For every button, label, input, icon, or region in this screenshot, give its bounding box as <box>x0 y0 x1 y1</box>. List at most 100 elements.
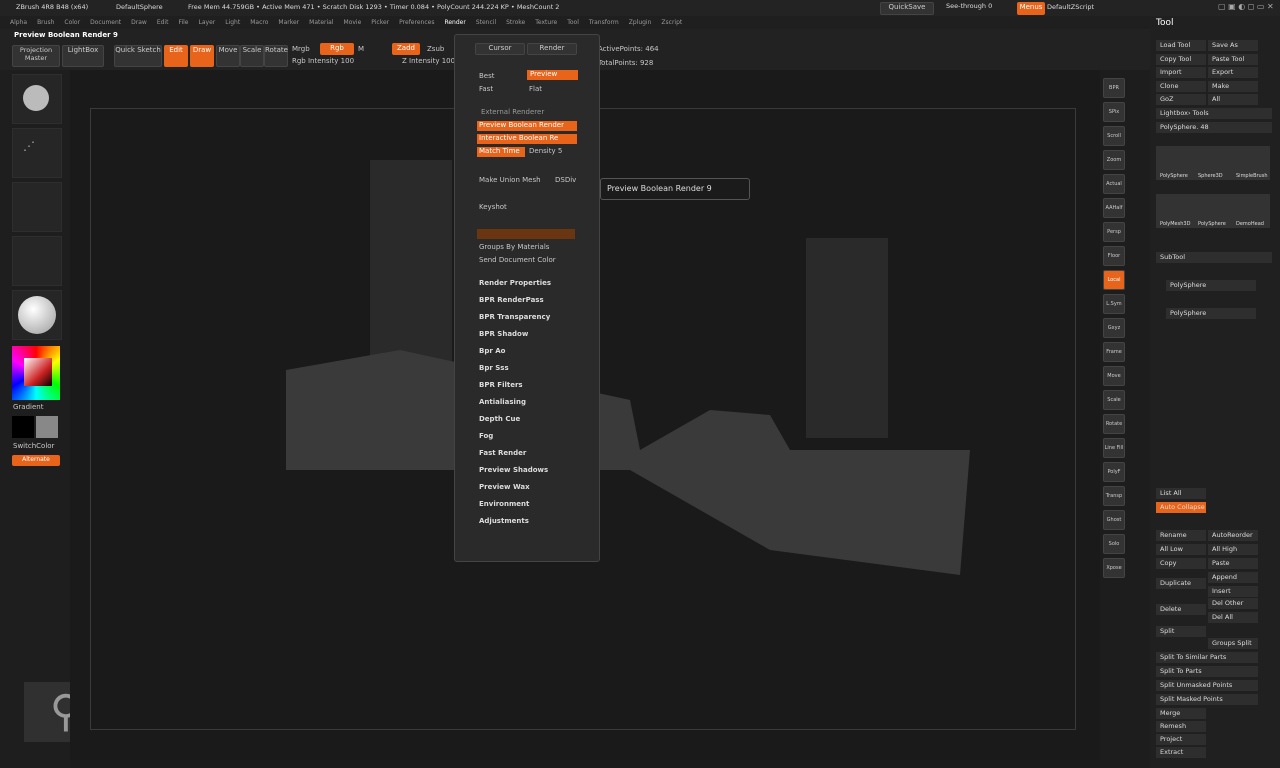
tool-allhigh[interactable]: All High <box>1208 544 1258 555</box>
shelf-local[interactable]: Local <box>1103 270 1125 290</box>
interactive-boolean-button[interactable]: Interactive Boolean Re <box>477 134 577 144</box>
rgb-intensity-slider[interactable]: Rgb Intensity 100 <box>292 57 354 65</box>
tool-delother[interactable]: Del Other <box>1208 598 1258 609</box>
menu-texture[interactable]: Texture <box>535 16 557 29</box>
material-slot[interactable] <box>12 290 62 340</box>
tool-project[interactable]: Project <box>1156 734 1206 745</box>
color-square[interactable] <box>24 358 52 386</box>
tool-subitems.1[interactable]: PolySphere <box>1166 308 1256 319</box>
shelf-actual[interactable]: Actual <box>1103 174 1125 194</box>
tool-split[interactable]: Split <box>1156 626 1206 637</box>
render-button[interactable]: Render <box>527 43 577 55</box>
tool-thumb[interactable]: SimpleBrush <box>1232 146 1270 180</box>
render-menu-item[interactable]: Render Properties <box>479 279 551 287</box>
tool-load[interactable]: Load Tool <box>1156 40 1206 51</box>
menu-macro[interactable]: Macro <box>250 16 268 29</box>
tool-splitmasked[interactable]: Split Masked Points <box>1156 694 1258 705</box>
render-menu-item[interactable]: Fast Render <box>479 449 526 457</box>
tool-autocollapse[interactable]: Auto Collapse <box>1156 502 1206 513</box>
tool-goz[interactable]: GoZ <box>1156 94 1206 106</box>
tool-splitsimilar[interactable]: Split To Similar Parts <box>1156 652 1258 663</box>
shelf-ghost[interactable]: Ghost <box>1103 510 1125 530</box>
shelf-scroll[interactable]: Scroll <box>1103 126 1125 146</box>
keyshot-button[interactable]: Keyshot <box>479 203 507 211</box>
shelf-solo[interactable]: Solo <box>1103 534 1125 554</box>
menu-picker[interactable]: Picker <box>371 16 389 29</box>
render-menu-item[interactable]: Antialiasing <box>479 398 526 406</box>
render-menu-item[interactable]: Fog <box>479 432 493 440</box>
shelf-polyf[interactable]: PolyF <box>1103 462 1125 482</box>
menu-tool[interactable]: Tool <box>567 16 579 29</box>
render-menu-item[interactable]: BPR RenderPass <box>479 296 544 304</box>
shelf-zoom[interactable]: Zoom <box>1103 150 1125 170</box>
menu-material[interactable]: Material <box>309 16 333 29</box>
send-document-color-button[interactable]: Send Document Color <box>479 256 556 264</box>
color-picker[interactable] <box>12 346 60 400</box>
stroke-slot[interactable]: ⋰ <box>12 128 62 178</box>
menu-draw[interactable]: Draw <box>131 16 147 29</box>
render-menu-item[interactable]: Depth Cue <box>479 415 520 423</box>
menu-zplugin[interactable]: Zplugin <box>629 16 652 29</box>
menu-movie[interactable]: Movie <box>344 16 362 29</box>
shelf-frame[interactable]: Frame <box>1103 342 1125 362</box>
tool-delete[interactable]: Delete <box>1156 604 1206 615</box>
window-controls-icon[interactable]: ▢ ▣ ◐ ◻ ▭ ✕ <box>1218 2 1274 11</box>
menu-layer[interactable]: Layer <box>199 16 216 29</box>
shelf-bpr[interactable]: BPR <box>1103 78 1125 98</box>
render-menu-item[interactable]: Bpr Sss <box>479 364 509 372</box>
best-button[interactable]: Best <box>479 72 495 80</box>
tool-lightbox_tools[interactable]: Lightbox› Tools <box>1156 108 1272 119</box>
tool-all[interactable]: All <box>1208 94 1258 106</box>
tool-splitunmasked[interactable]: Split Unmasked Points <box>1156 680 1258 691</box>
menu-render[interactable]: Render <box>444 16 465 29</box>
cursor-button[interactable]: Cursor <box>475 43 525 55</box>
shelf-aahalf[interactable]: AAHalf <box>1103 198 1125 218</box>
tool-delall[interactable]: Del All <box>1208 612 1258 623</box>
menu-zscript[interactable]: Zscript <box>661 16 682 29</box>
gradient-label[interactable]: Gradient <box>13 403 43 411</box>
tool-subtool[interactable]: SubTool <box>1156 252 1272 263</box>
secondary-color[interactable] <box>36 416 58 438</box>
menus-button[interactable]: Menus <box>1017 2 1045 15</box>
shelf-floor[interactable]: Floor <box>1103 246 1125 266</box>
shelf-l-sym[interactable]: L.Sym <box>1103 294 1125 314</box>
primary-color[interactable] <box>12 416 34 438</box>
tool-paste2[interactable]: Paste <box>1208 558 1258 569</box>
brush-slot[interactable] <box>12 74 62 124</box>
groups-by-materials-button[interactable]: Groups By Materials <box>479 243 549 251</box>
tool-autoreorder[interactable]: AutoReorder <box>1208 530 1258 541</box>
shelf-gxyz[interactable]: Gxyz <box>1103 318 1125 338</box>
rotate-button[interactable]: Rotate <box>264 45 288 67</box>
tool-copy[interactable]: Copy Tool <box>1156 53 1206 65</box>
shelf-scale[interactable]: Scale <box>1103 390 1125 410</box>
quick-sketch-button[interactable]: Quick Sketch <box>114 45 162 67</box>
projection-master-button[interactable]: Projection Master <box>12 45 60 67</box>
move-button[interactable]: Move <box>216 45 240 67</box>
draw-button[interactable]: Draw <box>190 45 214 67</box>
tool-extract[interactable]: Extract <box>1156 747 1206 758</box>
shelf-spix[interactable]: SPix <box>1103 102 1125 122</box>
texture-slot[interactable] <box>12 236 62 286</box>
make-union-mesh-button[interactable]: Make Union Mesh <box>479 176 541 184</box>
tool-thumb[interactable]: PolyMesh3D <box>1156 194 1194 228</box>
lightbox-button[interactable]: LightBox <box>62 45 104 67</box>
tool-subitems.0[interactable]: PolySphere <box>1166 280 1256 291</box>
tool-listall[interactable]: List All <box>1156 488 1206 499</box>
tool-insert[interactable]: Insert <box>1208 586 1258 597</box>
m-button[interactable]: M <box>358 45 364 53</box>
menu-color[interactable]: Color <box>64 16 80 29</box>
menu-edit[interactable]: Edit <box>157 16 169 29</box>
fast-button[interactable]: Fast <box>479 85 493 93</box>
shelf-line-fill[interactable]: Line Fill <box>1103 438 1125 458</box>
preview-boolean-render-button[interactable]: Preview Boolean Render <box>477 121 577 131</box>
tool-make[interactable]: Make PolyMesh3D <box>1208 80 1258 101</box>
tool-append[interactable]: Append <box>1208 572 1258 583</box>
rgb-button[interactable]: Rgb <box>320 43 354 55</box>
scale-button[interactable]: Scale <box>240 45 264 67</box>
menu-light[interactable]: Light <box>225 16 240 29</box>
render-menu-item[interactable]: BPR Filters <box>479 381 523 389</box>
shelf-transp[interactable]: Transp <box>1103 486 1125 506</box>
menu-stroke[interactable]: Stroke <box>506 16 525 29</box>
tool-thumb[interactable]: Sphere3D <box>1194 146 1232 180</box>
z-intensity-slider[interactable]: Z Intensity 100 <box>402 57 455 65</box>
